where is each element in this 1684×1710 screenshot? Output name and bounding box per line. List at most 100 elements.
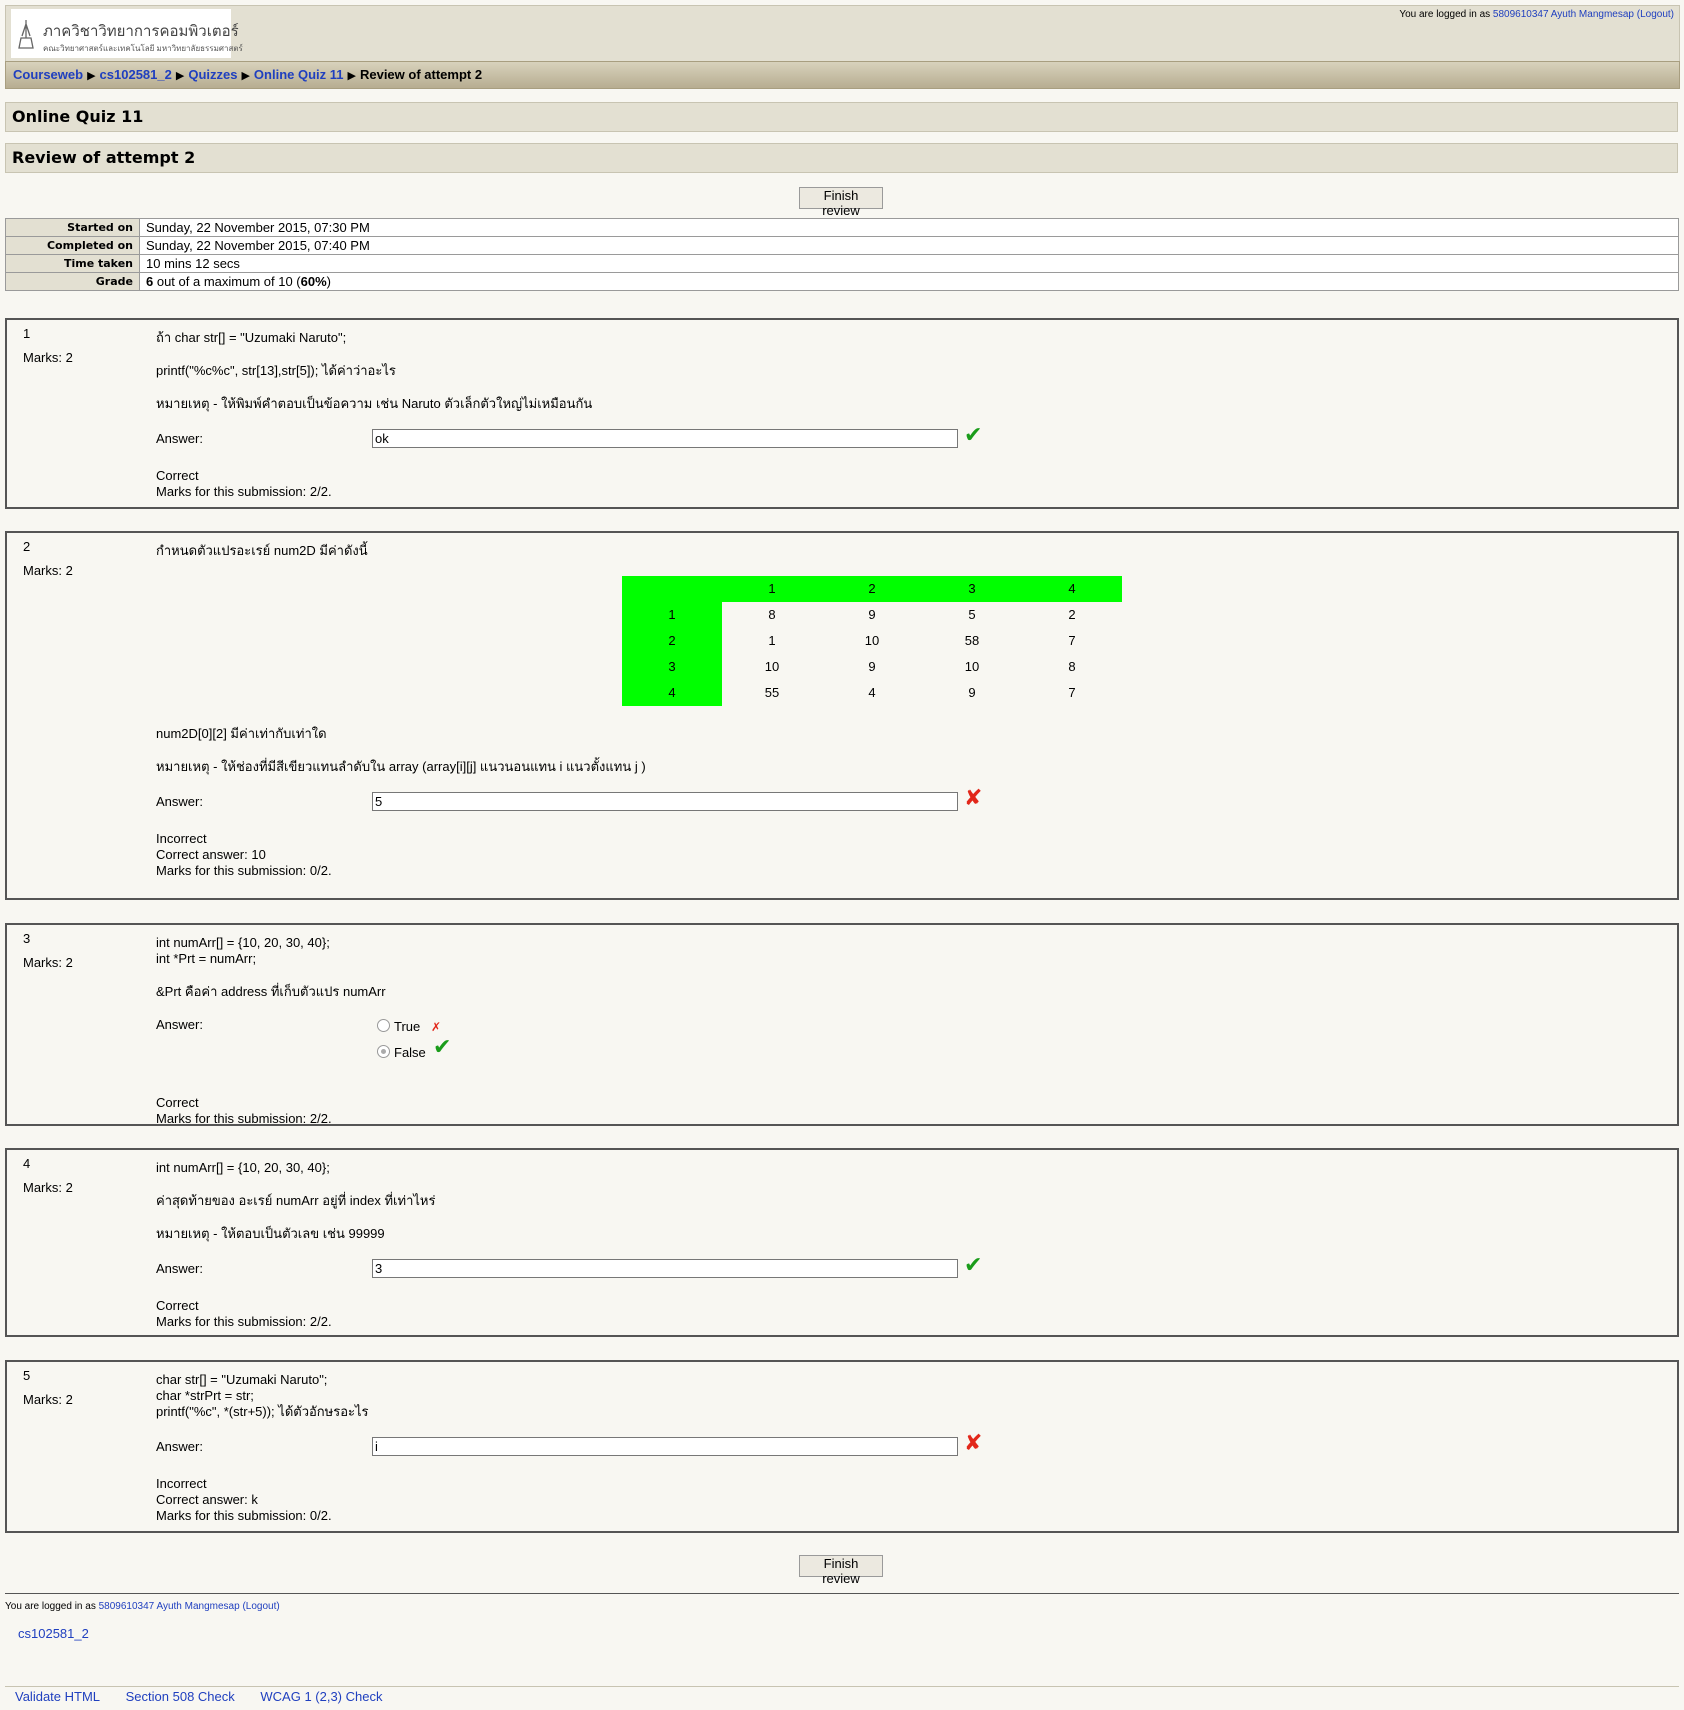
question-4: 4 Marks: 2 int numArr[] = {10, 20, 30, 4…: [5, 1148, 1679, 1337]
logout-link[interactable]: (Logout): [1637, 9, 1674, 20]
question-marks: Marks: 2: [23, 563, 73, 578]
table-cell: 5: [968, 607, 976, 622]
finish-review-button-bottom[interactable]: Finish review: [799, 1555, 883, 1586]
question-marks: Marks: 2: [23, 350, 73, 365]
section-508-check-link[interactable]: Section 508 Check: [126, 1689, 235, 1704]
attempt-summary-table: Started on Sunday, 22 November 2015, 07:…: [5, 218, 1679, 291]
question-code: char str[] = "Uzumaki Naruto";: [156, 1372, 328, 1387]
breadcrumb-separator-icon: ▶: [175, 70, 185, 82]
course-home-link[interactable]: cs102581_2: [18, 1626, 89, 1641]
table-cell: 4: [1022, 576, 1122, 602]
marks-for-submission: Marks for this submission: 2/2.: [156, 484, 332, 499]
question-marks: Marks: 2: [23, 955, 73, 970]
breadcrumb-quiz[interactable]: Online Quiz 11: [254, 67, 344, 82]
question-code: char *strPrt = str;: [156, 1388, 254, 1403]
validate-html-link[interactable]: Validate HTML: [15, 1689, 100, 1704]
answer-input[interactable]: 5: [372, 792, 958, 811]
answer-input[interactable]: i: [372, 1437, 958, 1456]
question-note: หมายเหตุ - ให้พิมพ์คำตอบเป็นข้อความ เช่น…: [156, 396, 593, 411]
marks-for-submission: Marks for this submission: 2/2.: [156, 1111, 332, 1126]
page-header: ภาควิชาวิทยาการคอมพิวเตอร์ คณะวิทยาศาสตร…: [5, 5, 1680, 62]
started-value: Sunday, 22 November 2015, 07:30 PM: [139, 218, 1679, 237]
login-prefix: You are logged in as: [1399, 9, 1491, 20]
result-status: Correct: [156, 1298, 199, 1313]
num2d-table: 1 2 3 4 1 8 9 5 2 2 1 10 58 7 3 10 9 10 …: [622, 576, 1122, 706]
table-cell: 9: [868, 607, 876, 622]
logout-link[interactable]: (Logout): [242, 1601, 279, 1612]
question-text: กำหนดตัวแปรอะเรย์ num2D มีค่าดังนี้: [156, 543, 368, 558]
result-status: Incorrect: [156, 1476, 207, 1491]
marks-for-submission: Marks for this submission: 0/2.: [156, 1508, 332, 1523]
question-code: printf("%c", *(str+5)); ได้ตัวอักษรอะไร: [156, 1404, 369, 1419]
table-cell: 1: [768, 633, 776, 648]
incorrect-cross-icon: ✘: [964, 785, 983, 810]
radio-false-selected[interactable]: [377, 1045, 390, 1058]
marks-for-submission: Marks for this submission: 0/2.: [156, 863, 332, 878]
table-row: 1 2 3 4: [622, 576, 1122, 602]
table-row: Time taken 10 mins 12 secs: [5, 254, 1679, 273]
table-cell: 7: [1068, 685, 1076, 700]
completed-label: Completed on: [5, 236, 140, 255]
question-number: 1: [23, 326, 31, 341]
user-profile-link[interactable]: 5809610347 Ayuth Mangmesap: [99, 1601, 240, 1612]
answer-input[interactable]: ok: [372, 429, 958, 448]
table-cell: 2: [822, 576, 922, 602]
table-cell: [622, 576, 722, 602]
breadcrumb-separator-icon: ▶: [347, 70, 356, 82]
table-row: 1 8 9 5 2: [622, 602, 1122, 628]
radio-true[interactable]: [377, 1019, 390, 1032]
correct-check-icon: ✔: [964, 1252, 983, 1277]
correct-check-icon: ✔: [964, 422, 983, 447]
question-code: int numArr[] = {10, 20, 30, 40};: [156, 1160, 330, 1175]
footer-divider: [5, 1593, 1679, 1594]
wcag-check-link[interactable]: WCAG 1 (2,3) Check: [260, 1689, 382, 1704]
user-profile-link[interactable]: 5809610347 Ayuth Mangmesap: [1493, 9, 1634, 20]
breadcrumb-course[interactable]: cs102581_2: [100, 67, 172, 82]
correct-check-icon: ✔: [433, 1034, 452, 1059]
time-taken-label: Time taken: [5, 254, 140, 273]
question-number: 2: [23, 539, 31, 554]
login-info: You are logged in as 5809610347 Ayuth Ma…: [1399, 9, 1674, 20]
table-row: 4 55 4 9 7: [622, 680, 1122, 706]
table-row: Started on Sunday, 22 November 2015, 07:…: [5, 218, 1679, 237]
breadcrumb-courseweb[interactable]: Courseweb: [13, 67, 83, 82]
table-cell: 9: [868, 659, 876, 674]
question-text: printf("%c%c", str[13],str[5]); ได้ค่าว่…: [156, 363, 396, 378]
review-title: Review of attempt 2: [5, 143, 1678, 173]
table-row: 2 1 10 58 7: [622, 628, 1122, 654]
question-2: 2 Marks: 2 กำหนดตัวแปรอะเรย์ num2D มีค่า…: [5, 531, 1679, 900]
answer-label: Answer:: [156, 1439, 203, 1454]
answer-label: Answer:: [156, 1261, 203, 1276]
time-taken-value: 10 mins 12 secs: [139, 254, 1679, 273]
marks-for-submission: Marks for this submission: 2/2.: [156, 1314, 332, 1329]
answer-input[interactable]: 3: [372, 1259, 958, 1278]
question-1: 1 Marks: 2 ถ้า char str[] = "Uzumaki Nar…: [5, 318, 1679, 509]
breadcrumb-quizzes[interactable]: Quizzes: [188, 67, 237, 82]
breadcrumb-current: Review of attempt 2: [359, 67, 483, 82]
answer-label: Answer:: [156, 431, 203, 446]
result-status: Correct: [156, 1095, 199, 1110]
table-cell: 1: [722, 576, 822, 602]
question-text: ถ้า char str[] = "Uzumaki Naruto";: [156, 330, 347, 345]
result-status: Correct: [156, 468, 199, 483]
table-cell: 8: [768, 607, 776, 622]
quiz-title: Online Quiz 11: [5, 102, 1678, 132]
question-number: 3: [23, 931, 31, 946]
correct-answer: Correct answer: 10: [156, 847, 266, 862]
question-note: หมายเหตุ - ให้ช่องที่มีสีเขียวแทนลำดับใน…: [156, 759, 646, 774]
table-row: 3 10 9 10 8: [622, 654, 1122, 680]
question-note: หมายเหตุ - ให้ตอบเป็นตัวเลข เช่น 99999: [156, 1226, 385, 1241]
question-5: 5 Marks: 2 char str[] = "Uzumaki Naruto"…: [5, 1360, 1679, 1533]
table-row: Grade 6 out of a maximum of 10 (60%): [5, 272, 1679, 291]
finish-review-button[interactable]: Finish review: [799, 187, 883, 218]
table-cell: 10: [864, 633, 880, 648]
table-cell: 1: [622, 602, 722, 628]
table-cell: 4: [622, 680, 722, 706]
question-text: num2D[0][2] มีค่าเท่ากับเท่าใด: [156, 726, 327, 741]
department-logo[interactable]: ภาควิชาวิทยาการคอมพิวเตอร์ คณะวิทยาศาสตร…: [11, 9, 243, 58]
incorrect-cross-icon: ✘: [964, 1430, 983, 1455]
table-cell: 10: [964, 659, 980, 674]
incorrect-small-cross-icon: ✗: [431, 1020, 442, 1034]
question-marks: Marks: 2: [23, 1180, 73, 1195]
question-text: &Prt คือค่า address ที่เก็บตัวแปร numArr: [156, 984, 386, 999]
